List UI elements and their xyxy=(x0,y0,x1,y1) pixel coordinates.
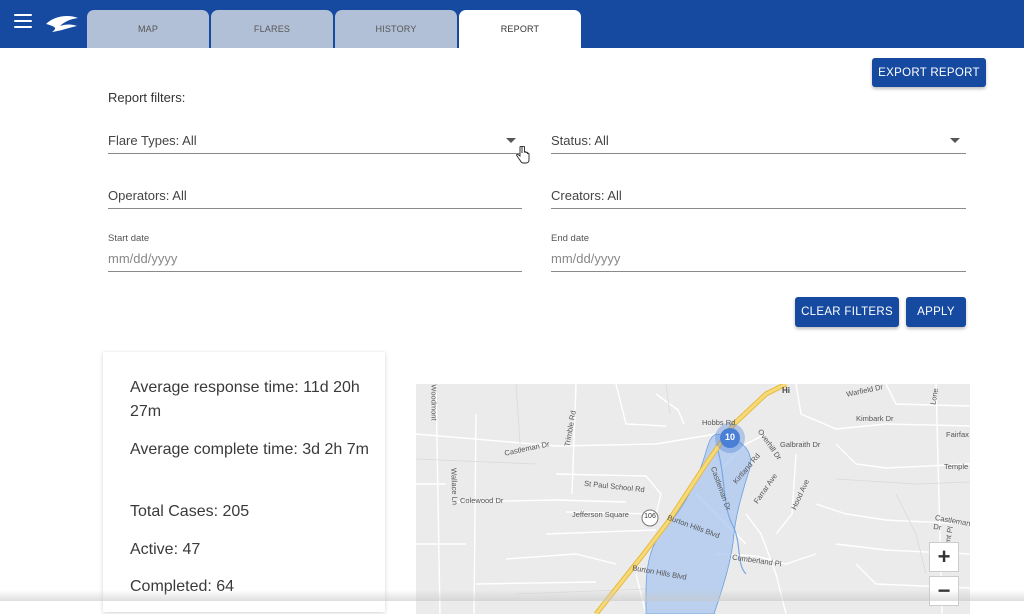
average-response-time: Average response time: 11d 20h 27m xyxy=(130,379,360,420)
average-complete-time: Average complete time: 3d 2h 7m xyxy=(130,441,369,458)
report-stats-card: Average response time: 11d 20h 27m Avera… xyxy=(103,352,385,612)
tab-report-label: REPORT xyxy=(500,24,540,34)
street-label: Temple xyxy=(944,462,969,471)
operators-value: Operators: All xyxy=(108,188,187,203)
total-cases: Total Cases: 205 xyxy=(130,503,250,520)
hamburger-menu-icon[interactable] xyxy=(14,14,32,30)
creators-select[interactable]: Creators: All xyxy=(551,182,966,209)
end-date-label: End date xyxy=(551,233,590,244)
street-label: Colewood Dr xyxy=(460,496,504,505)
tab-flares-label: FLARES xyxy=(253,24,291,34)
street-label: Hi xyxy=(782,386,790,395)
street-label: Jefferson Square xyxy=(572,510,629,519)
chevron-down-icon xyxy=(506,138,516,143)
street-label: Wallace Ln xyxy=(449,467,460,506)
status-value: Status: All xyxy=(551,133,609,148)
flare-types-select[interactable]: Flare Types: All xyxy=(108,126,522,154)
tab-report[interactable]: REPORT xyxy=(459,10,581,48)
operators-select[interactable]: Operators: All xyxy=(108,182,522,209)
start-date-label: Start date xyxy=(108,233,150,244)
tab-map-label: MAP xyxy=(137,24,159,34)
hand-cursor-icon xyxy=(516,146,530,164)
top-app-bar: MAP FLARES HISTORY REPORT xyxy=(0,0,1024,48)
report-filters-title: Report filters: xyxy=(108,90,186,105)
creators-value: Creators: All xyxy=(551,188,622,203)
street-label: Hobbs Rd xyxy=(702,418,736,427)
zoom-in-button[interactable]: + xyxy=(929,542,959,572)
bottom-shadow xyxy=(0,590,1024,601)
apply-button[interactable]: APPLY xyxy=(906,297,966,327)
start-date-input[interactable]: mm/dd/yyyy xyxy=(108,251,177,266)
tab-history-label: HISTORY xyxy=(375,24,417,34)
tab-flares[interactable]: FLARES xyxy=(211,10,333,48)
export-report-button[interactable]: EXPORT REPORT xyxy=(872,58,986,87)
tab-map[interactable]: MAP xyxy=(87,10,209,48)
street-label: Woodmont xyxy=(429,384,439,421)
clear-filters-button[interactable]: CLEAR FILTERS xyxy=(795,297,899,327)
main-tabs: MAP FLARES HISTORY REPORT xyxy=(87,10,581,48)
app-logo-icon xyxy=(46,16,78,32)
active-count: Active: 47 xyxy=(130,541,201,558)
cluster-marker-count[interactable]: 10 xyxy=(722,432,738,442)
street-label: Galbraith Dr xyxy=(780,440,821,449)
report-map[interactable]: 10 106 Hobbs Rd Hi Warfield Dr Kimbark D… xyxy=(416,384,970,614)
chevron-down-icon xyxy=(950,138,960,143)
street-label: Kimbark Dr xyxy=(856,414,894,423)
start-date-field[interactable]: Start date mm/dd/yyyy xyxy=(108,233,522,272)
end-date-input[interactable]: mm/dd/yyyy xyxy=(551,251,620,266)
flare-types-value: Flare Types: All xyxy=(108,133,197,148)
status-select[interactable]: Status: All xyxy=(551,126,966,154)
tab-history[interactable]: HISTORY xyxy=(335,10,457,48)
end-date-field[interactable]: End date mm/dd/yyyy xyxy=(551,233,966,272)
street-label: Fairfax xyxy=(946,430,969,439)
route-shield-label: 106 xyxy=(644,513,656,520)
